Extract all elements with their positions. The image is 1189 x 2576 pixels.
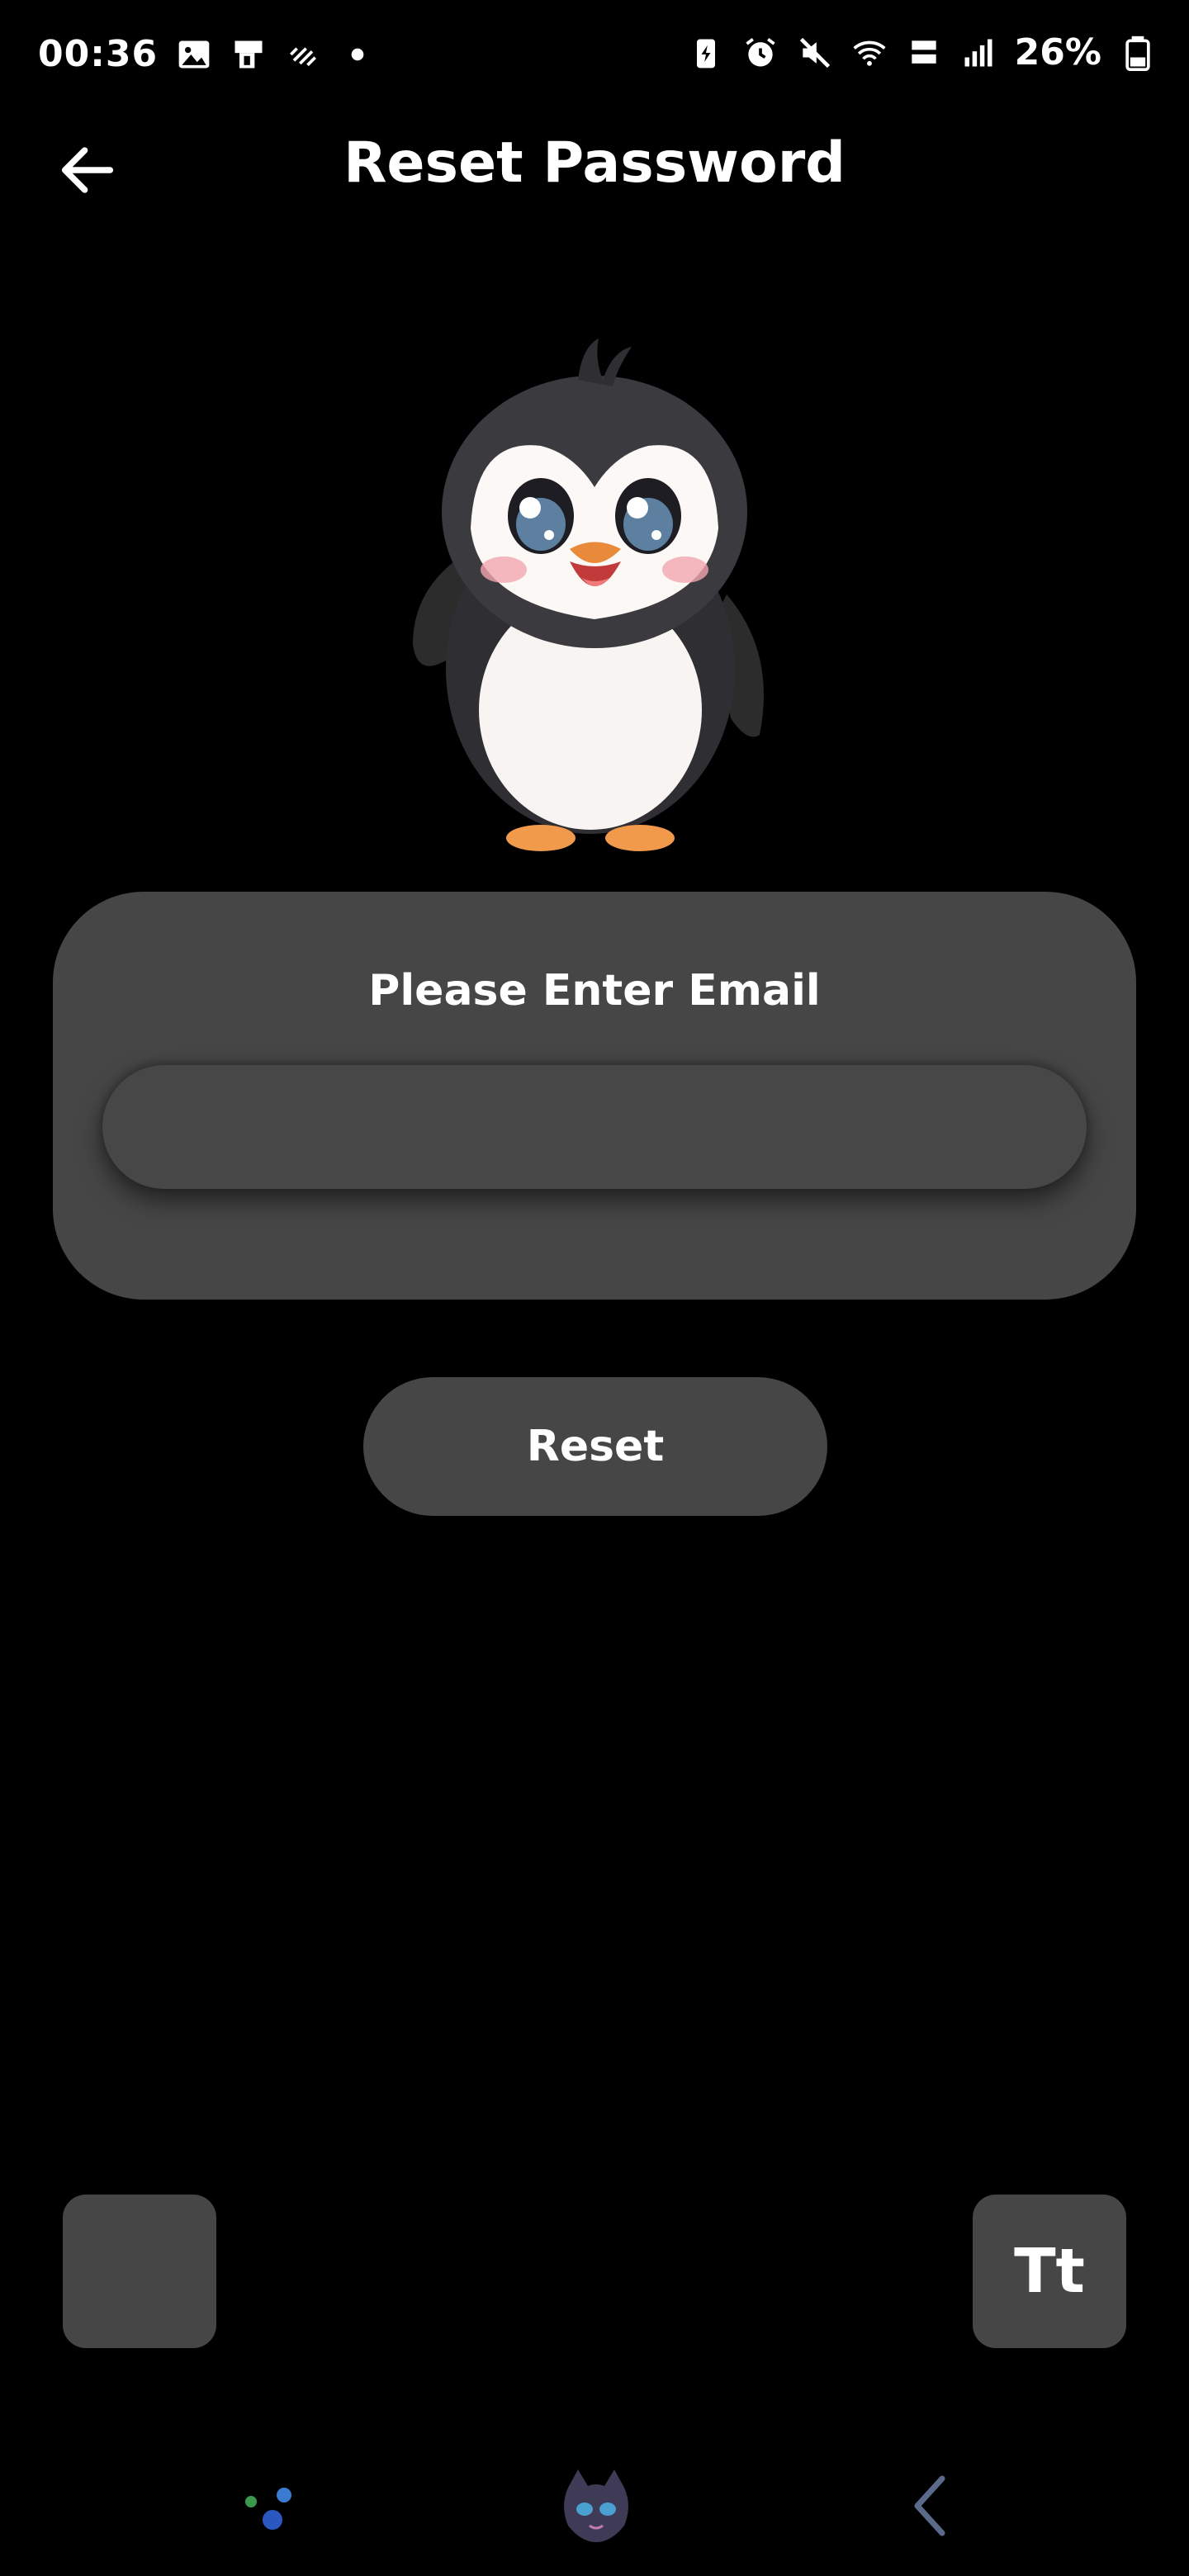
moon-icon: [117, 2239, 149, 2304]
mute-icon: [799, 37, 830, 68]
signal-strokes-icon: [290, 46, 317, 66]
email-input[interactable]: [102, 1065, 1087, 1189]
bottom-nav: [0, 2444, 1189, 2559]
nav-recents[interactable]: [223, 2460, 314, 2551]
status-time: 00:36: [38, 33, 159, 75]
volte-icon: [912, 40, 936, 64]
alarm-icon: [746, 37, 775, 66]
cat-avatar-icon: [564, 2469, 628, 2542]
dark-mode-toggle[interactable]: [63, 2195, 216, 2348]
dot-icon: [351, 48, 364, 60]
app-bar: Reset Password: [0, 124, 1189, 215]
font-size-label: Tt: [1014, 2236, 1085, 2307]
cell-signal-icon: [964, 39, 992, 66]
page-title: Reset Password: [343, 130, 846, 196]
penguin-mascot: [413, 339, 764, 851]
status-bar-left: 00:36: [38, 33, 376, 75]
status-bar-right: 26%: [688, 31, 1156, 73]
reset-button[interactable]: Reset: [363, 1377, 827, 1516]
nav-back[interactable]: [883, 2460, 974, 2551]
status-bar: 00:36 26%: [0, 0, 1189, 107]
font-size-button[interactable]: Tt: [973, 2195, 1126, 2348]
battery-percent: 26%: [1014, 31, 1101, 73]
nav-home[interactable]: [551, 2460, 642, 2551]
battery-icon: [1125, 36, 1150, 71]
wifi-icon: [853, 40, 886, 66]
notification-icon: [234, 40, 263, 68]
battery-saver-icon: [696, 39, 715, 68]
email-label: Please Enter Email: [368, 966, 821, 1016]
back-arrow-icon: [914, 2475, 945, 2536]
email-card: Please Enter Email: [53, 892, 1136, 1300]
gallery-icon: [178, 40, 210, 68]
sparkle-orbs-icon: [245, 2488, 291, 2530]
